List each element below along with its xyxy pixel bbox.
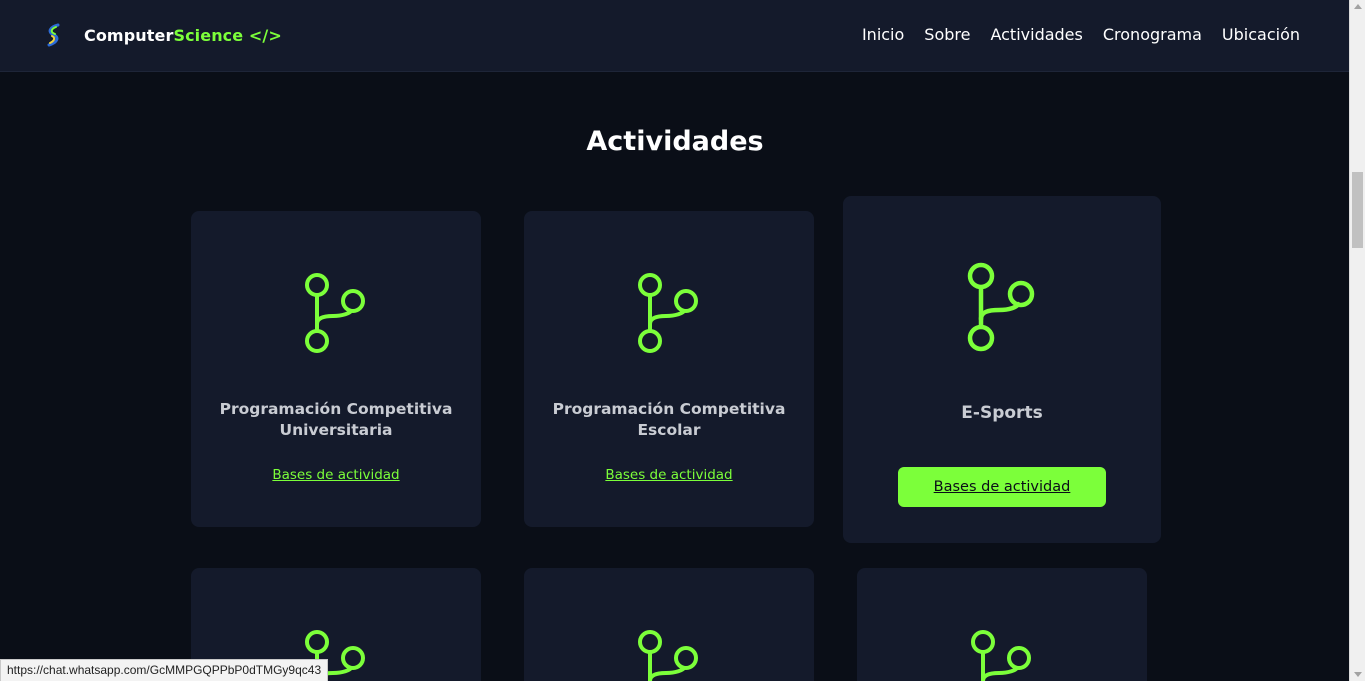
site-header: ComputerScience </> Inicio Sobre Activid… [0, 0, 1350, 72]
git-branch-icon [305, 273, 365, 353]
bases-button[interactable]: Bases de actividad [898, 467, 1106, 507]
card-title-line: Programación Competitiva [552, 400, 786, 418]
bases-link[interactable]: Bases de actividad [524, 467, 814, 483]
nav-item-inicio[interactable]: Inicio [862, 25, 904, 44]
activity-card-universitaria: Programación Competitiva Universitaria B… [191, 211, 481, 527]
activity-card [857, 568, 1147, 681]
git-branch-icon [638, 273, 698, 353]
vertical-scrollbar[interactable] [1349, 0, 1365, 681]
git-branch-icon [971, 630, 1031, 681]
activity-card-esports: E-Sports Bases de actividad [843, 196, 1161, 543]
scroll-up-arrow-icon[interactable] [1354, 4, 1362, 9]
brand-name: ComputerScience </> [84, 26, 282, 45]
activity-card [524, 568, 814, 681]
nav-item-ubicacion[interactable]: Ubicación [1222, 25, 1300, 44]
logo-icon [47, 23, 60, 47]
activity-card-escolar: Programación Competitiva Escolar Bases d… [524, 211, 814, 527]
link-status-url: https://chat.whatsapp.com/GcMMPGQPPbP0dT… [0, 659, 329, 681]
brand-name-prefix: Computer [84, 25, 174, 45]
main-nav: Inicio Sobre Actividades Cronograma Ubic… [862, 25, 1300, 44]
bases-link[interactable]: Bases de actividad [191, 467, 481, 483]
brand-logo-link[interactable]: ComputerScience </> [42, 22, 282, 48]
scroll-down-arrow-icon[interactable] [1354, 672, 1362, 677]
brand-name-accent: Science </> [173, 25, 282, 45]
card-title-line: Universitaria [279, 421, 393, 439]
git-branch-icon [967, 262, 1035, 352]
page: ComputerScience </> Inicio Sobre Activid… [0, 0, 1365, 681]
card-title: E-Sports [961, 403, 1043, 423]
card-title: Programación Competitiva Universitaria [211, 399, 461, 441]
nav-item-cronograma[interactable]: Cronograma [1103, 25, 1202, 44]
card-title-line: Programación Competitiva [219, 400, 453, 418]
card-title-line: Escolar [637, 421, 701, 439]
section-title: Actividades [586, 126, 764, 157]
card-title: Programación Competitiva Escolar [544, 399, 794, 441]
nav-item-sobre[interactable]: Sobre [924, 25, 970, 44]
git-branch-icon [638, 630, 698, 681]
scrollbar-thumb[interactable] [1352, 172, 1363, 248]
nav-item-actividades[interactable]: Actividades [990, 25, 1082, 44]
